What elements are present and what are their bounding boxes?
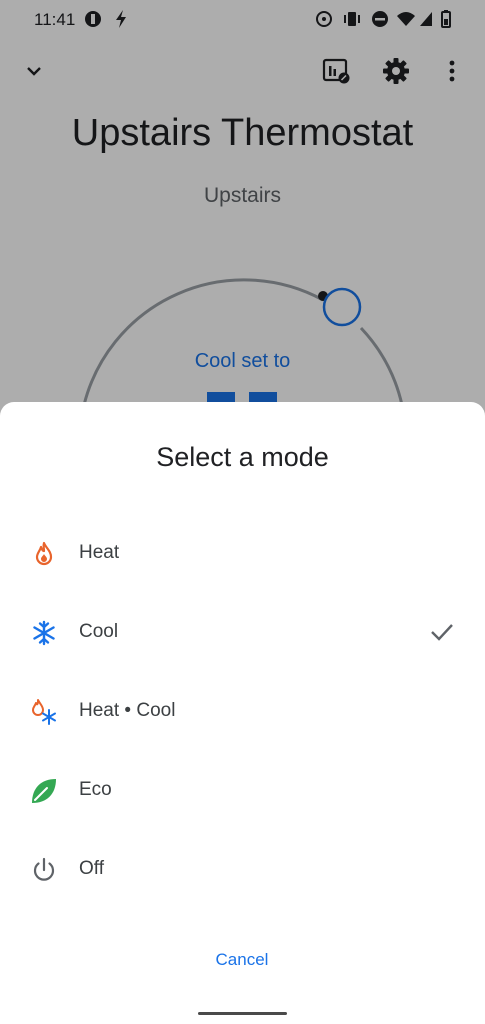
selected-check-icon <box>431 624 453 641</box>
flame-icon <box>29 539 59 569</box>
snowflake-icon <box>29 618 59 648</box>
mode-label-heat: Heat <box>79 542 120 563</box>
mode-option-heat[interactable]: Heat <box>0 515 485 594</box>
mode-label-heat-cool: Heat • Cool <box>79 700 176 721</box>
sheet-title: Select a mode <box>156 442 329 472</box>
power-icon <box>29 855 59 885</box>
gesture-nav-handle[interactable] <box>198 1012 287 1015</box>
mode-option-off[interactable]: Off <box>0 831 485 910</box>
mode-option-cool[interactable]: Cool <box>0 594 485 673</box>
mode-label-eco: Eco <box>79 779 112 800</box>
mode-label-off: Off <box>79 858 104 879</box>
heat-cool-icon <box>29 697 59 727</box>
cancel-button[interactable]: Cancel <box>192 950 292 978</box>
mode-label-cool: Cool <box>79 621 119 642</box>
mode-option-eco[interactable]: Eco <box>0 752 485 831</box>
mode-bottom-sheet: Select a mode Heat Cool Heat • Cool Eco … <box>0 402 485 1024</box>
leaf-icon <box>29 776 59 806</box>
mode-option-heat-cool[interactable]: Heat • Cool <box>0 673 485 752</box>
